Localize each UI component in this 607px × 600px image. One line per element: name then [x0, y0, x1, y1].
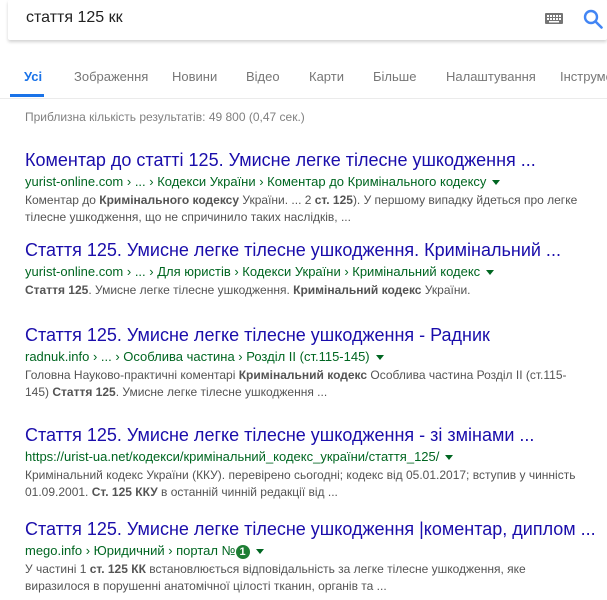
- result-url: yurist-online.com › ... › Кодекси Україн…: [25, 173, 605, 190]
- result-snippet: Стаття 125. Умисне легке тілесне ушкодже…: [25, 283, 471, 297]
- search-icon[interactable]: [583, 9, 603, 29]
- tab-news[interactable]: Новини: [172, 69, 217, 84]
- result-breadcrumb: › ... › Для юристів › Кодекси України › …: [123, 264, 481, 279]
- result-host[interactable]: radnuk.info: [25, 349, 89, 364]
- tab-maps[interactable]: Карти: [309, 69, 344, 84]
- result-title-link[interactable]: Стаття 125. Умисне легке тілесне ушкодже…: [25, 424, 605, 446]
- result-snippet: У частині 1 ст. 125 КК встановлюється ві…: [25, 562, 526, 593]
- snippet-highlight: Кримінальний кодекс: [238, 368, 368, 382]
- keyboard-icon[interactable]: [545, 13, 563, 24]
- chevron-down-icon[interactable]: [375, 355, 384, 361]
- result-title-link[interactable]: Коментар до статті 125. Умисне легке тіл…: [25, 149, 605, 171]
- search-header: стаття 125 кк: [0, 0, 607, 52]
- search-result: Стаття 125. Умисне легке тілесне ушкодже…: [25, 424, 605, 501]
- tab-settings[interactable]: Налаштування: [446, 69, 536, 84]
- snippet-highlight: Ст. 125 ККУ: [91, 485, 158, 499]
- tab-tools[interactable]: Інструменти: [560, 69, 607, 84]
- chevron-down-icon[interactable]: [492, 180, 501, 186]
- result-host[interactable]: yurist-online.com: [25, 264, 123, 279]
- search-result: Стаття 125. Умисне легке тілесне ушкодже…: [25, 239, 605, 299]
- search-input[interactable]: стаття 125 кк: [26, 9, 123, 27]
- snippet-highlight: Кримінальний кодекс: [293, 283, 422, 297]
- snippet-highlight: Кримінального кодексу: [99, 193, 240, 207]
- result-host[interactable]: yurist-online.com: [25, 174, 123, 189]
- result-breadcrumb: › ... › Кодекси України › Коментар до Кр…: [123, 174, 487, 189]
- results-stats: Приблизна кількість результатів: 49 800 …: [25, 110, 305, 124]
- number-badge: 1: [235, 544, 250, 559]
- result-url: https://urist-ua.net/кодекси/кримінальни…: [25, 448, 605, 465]
- snippet-highlight: Стаття 125: [52, 385, 116, 399]
- snippet-highlight: ст. 125 КК: [89, 562, 146, 576]
- result-url: yurist-online.com › ... › Для юристів › …: [25, 263, 605, 280]
- result-url: radnuk.info › ... › Особлива частина › Р…: [25, 348, 605, 365]
- chevron-down-icon[interactable]: [255, 549, 264, 555]
- result-host[interactable]: https://urist-ua.net/кодекси/кримінальни…: [25, 449, 439, 464]
- result-breadcrumb: › Юридичний › портал №: [82, 543, 236, 558]
- result-title-link[interactable]: Стаття 125. Умисне легке тілесне ушкодже…: [25, 518, 605, 540]
- result-breadcrumb: › ... › Особлива частина › Розділ ІІ (ст…: [89, 349, 370, 364]
- result-snippet: Головна Науково-практичні коментарі Крим…: [25, 368, 567, 399]
- active-tab-indicator: [10, 94, 44, 97]
- chevron-down-icon[interactable]: [445, 455, 454, 461]
- result-host[interactable]: mego.info: [25, 543, 82, 558]
- search-box[interactable]: стаття 125 кк: [8, 0, 607, 40]
- search-result: Стаття 125. Умисне легке тілесне ушкодже…: [25, 324, 605, 401]
- result-title-link[interactable]: Стаття 125. Умисне легке тілесне ушкодже…: [25, 239, 605, 261]
- tab-video[interactable]: Відео: [246, 69, 280, 84]
- tab-all[interactable]: Усі: [24, 69, 42, 84]
- snippet-highlight: Стаття 125: [25, 283, 89, 297]
- chevron-down-icon[interactable]: [486, 270, 495, 276]
- tab-more[interactable]: Більше: [373, 69, 416, 84]
- result-snippet: Коментар до Кримінального кодексу Україн…: [25, 193, 578, 224]
- result-title-link[interactable]: Стаття 125. Умисне легке тілесне ушкодже…: [25, 324, 605, 346]
- search-result: Стаття 125. Умисне легке тілесне ушкодже…: [25, 518, 605, 595]
- search-result: Коментар до статті 125. Умисне легке тіл…: [25, 149, 605, 226]
- search-tabs: Усі Зображення Новини Відео Карти Більше…: [0, 58, 607, 99]
- result-url: mego.info › Юридичний › портал № 1: [25, 542, 605, 559]
- snippet-highlight: ст. 125: [314, 193, 353, 207]
- tab-images[interactable]: Зображення: [74, 69, 148, 84]
- result-snippet: Кримінальний кодекс України (ККУ). перев…: [25, 468, 576, 499]
